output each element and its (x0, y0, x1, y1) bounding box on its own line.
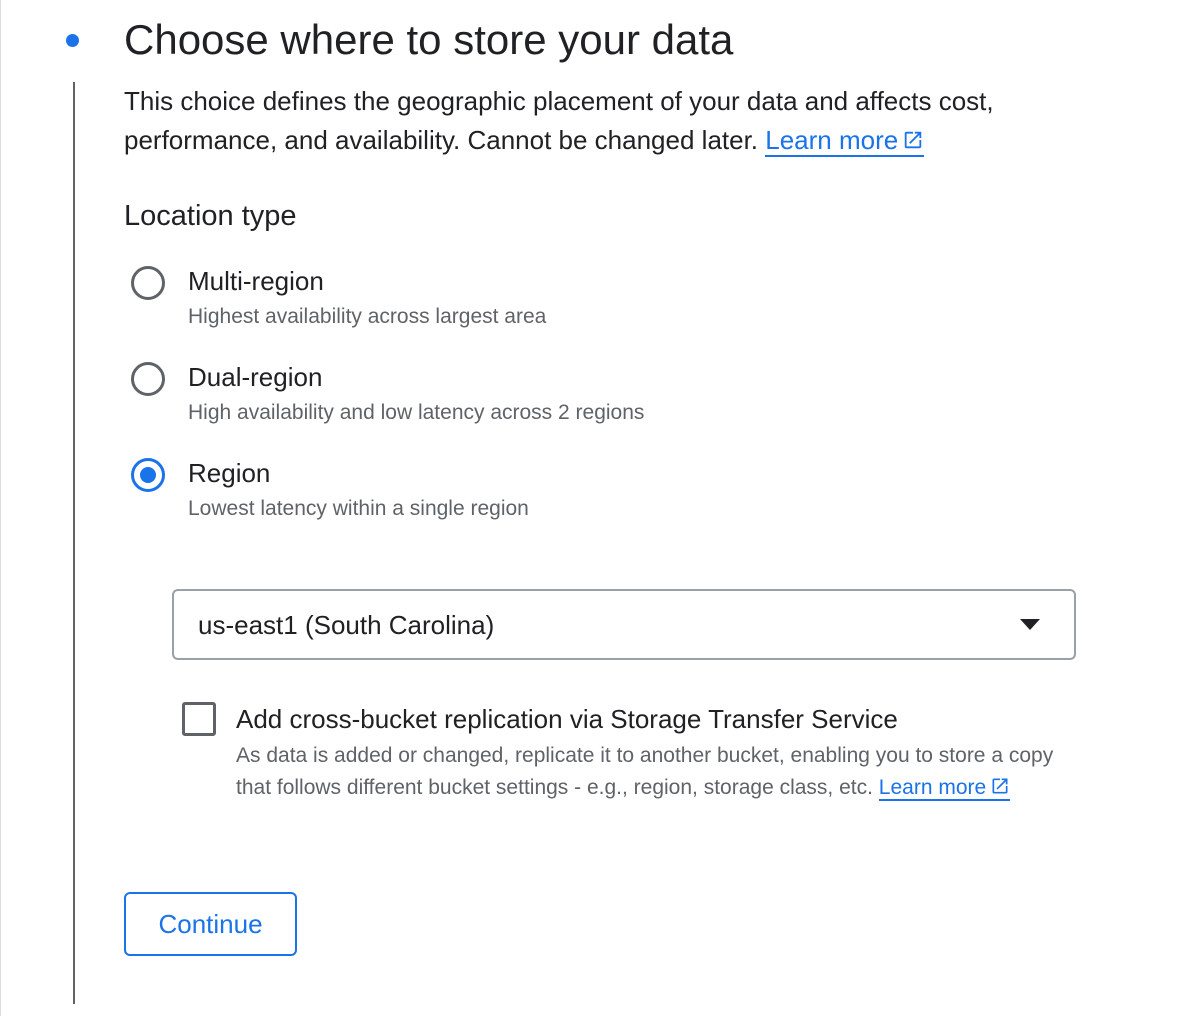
radio-sublabel-multi-region: Highest availability across largest area (188, 305, 547, 328)
radio-sublabel-dual-region: High availability and low latency across… (188, 401, 645, 424)
radio-button-dual-region[interactable] (131, 362, 165, 396)
radio-label-multi-region: Multi-region (188, 266, 324, 296)
open-in-new-icon (992, 778, 1008, 794)
step-dot-icon (66, 34, 79, 47)
open-in-new-icon (904, 131, 922, 149)
replication-description: As data is added or changed, replicate i… (236, 740, 1076, 804)
learn-more-link[interactable]: Learn more (765, 125, 925, 157)
step-title: Choose where to store your data (124, 16, 734, 63)
replication-checkbox-label[interactable]: Add cross-bucket replication via Storage… (236, 702, 898, 736)
region-select[interactable]: us-east1 (South Carolina) (172, 589, 1076, 660)
learn-more-label: Learn more (765, 125, 899, 155)
replication-checkbox[interactable] (182, 702, 216, 736)
location-type-heading: Location type (124, 200, 297, 232)
replication-learn-more-label: Learn more (878, 776, 987, 799)
arrow-drop-down-icon (1020, 619, 1040, 630)
radio-sublabel-region: Lowest latency within a single region (188, 497, 529, 520)
radio-button-multi-region[interactable] (131, 266, 165, 300)
radio-label-dual-region: Dual-region (188, 362, 323, 392)
continue-button[interactable]: Continue (124, 892, 297, 956)
radio-button-region[interactable] (131, 458, 165, 492)
step-description: This choice defines the geographic place… (124, 82, 1084, 160)
panel-border (0, 0, 1, 1016)
radio-label-region: Region (188, 458, 271, 488)
region-select-value: us-east1 (South Carolina) (198, 610, 495, 640)
replication-learn-more-link[interactable]: Learn more (878, 776, 1011, 801)
step-connector-line (73, 82, 75, 1004)
storage-location-step: Choose where to store your data This cho… (0, 0, 1200, 1016)
